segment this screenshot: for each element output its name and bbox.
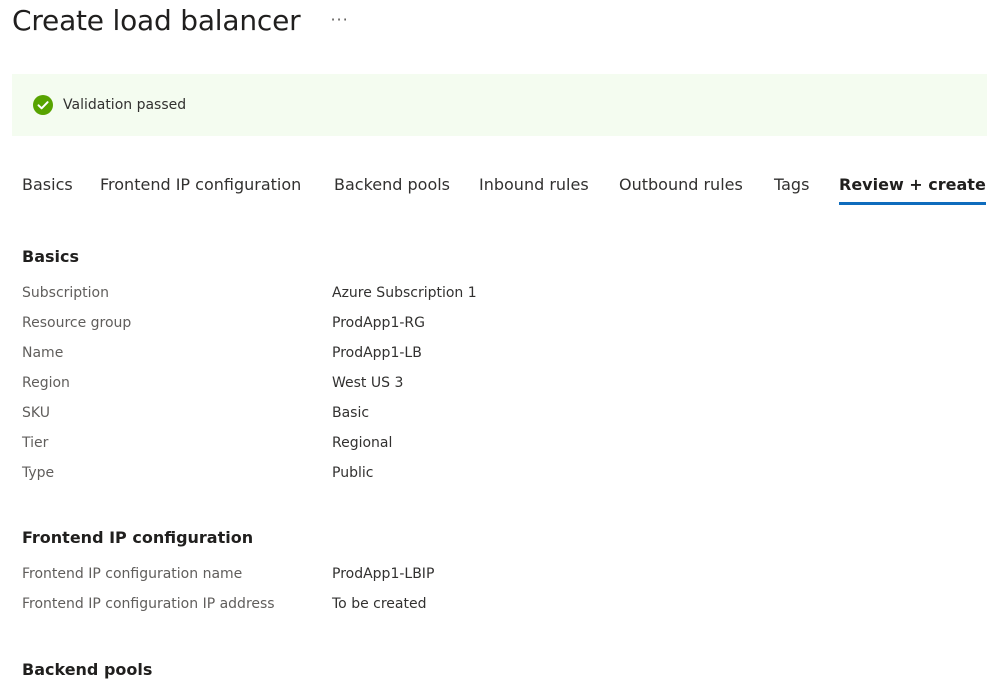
check-circle-icon: [33, 95, 53, 115]
row-label: Type: [22, 465, 55, 481]
row-value: ProdApp1-LB: [332, 345, 422, 361]
tab-review-create[interactable]: Review + create: [839, 174, 986, 206]
section-title-basics: Basics: [22, 247, 80, 266]
row-label: Resource group: [22, 315, 132, 331]
row-label: Tier: [22, 435, 49, 451]
row-label: Subscription: [22, 285, 109, 301]
row-value: Basic: [332, 405, 370, 421]
tab-backend-pools[interactable]: Backend pools: [334, 174, 450, 206]
row-label: SKU: [22, 405, 50, 421]
row-label: Frontend IP configuration name: [22, 566, 243, 582]
more-options-button[interactable]: ···: [330, 10, 348, 29]
page: Create load balancer ··· Validation pass…: [0, 0, 987, 700]
validation-banner: Validation passed: [12, 74, 987, 136]
summary-row: Subscription Azure Subscription 1: [22, 285, 922, 307]
section-title-frontend-ip: Frontend IP configuration: [22, 528, 254, 547]
tab-tags[interactable]: Tags: [774, 174, 809, 206]
row-label: Region: [22, 375, 70, 391]
summary-row: Tier Regional: [22, 435, 922, 457]
row-label: Frontend IP configuration IP address: [22, 596, 275, 612]
summary-row: Resource group ProdApp1-RG: [22, 315, 922, 337]
tab-basics[interactable]: Basics: [22, 174, 73, 206]
row-value: Regional: [332, 435, 393, 451]
summary-row: Frontend IP configuration IP address To …: [22, 596, 922, 618]
summary-row: SKU Basic: [22, 405, 922, 427]
summary-row: Region West US 3: [22, 375, 922, 397]
tab-inbound-rules[interactable]: Inbound rules: [479, 174, 589, 206]
page-title: Create load balancer: [12, 4, 301, 37]
row-value: ProdApp1-RG: [332, 315, 425, 331]
summary-row: Frontend IP configuration name ProdApp1-…: [22, 566, 922, 588]
tab-frontend-ip-configuration[interactable]: Frontend IP configuration: [100, 174, 301, 206]
row-value: Public: [332, 465, 374, 481]
row-value: To be created: [332, 596, 427, 612]
section-title-backend-pools: Backend pools: [22, 660, 153, 679]
row-value: West US 3: [332, 375, 404, 391]
summary-row: Name ProdApp1-LB: [22, 345, 922, 367]
row-value: Azure Subscription 1: [332, 285, 477, 301]
validation-text: Validation passed: [63, 97, 187, 113]
tab-outbound-rules[interactable]: Outbound rules: [619, 174, 743, 206]
page-header: Create load balancer ···: [12, 4, 349, 37]
summary-row: Type Public: [22, 465, 922, 487]
tab-bar: Basics Frontend IP configuration Backend…: [0, 174, 987, 208]
row-value: ProdApp1-LBIP: [332, 566, 435, 582]
row-label: Name: [22, 345, 64, 361]
